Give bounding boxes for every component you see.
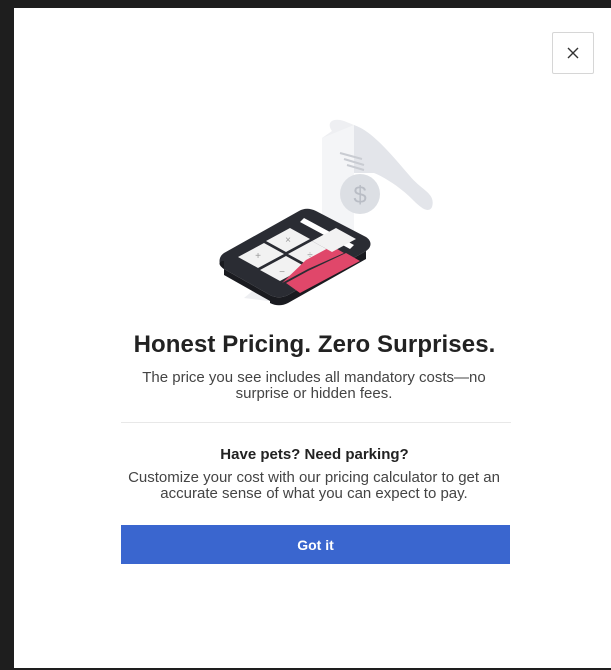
svg-text:÷: ÷ [307,250,313,261]
calculator-receipt-illustration: $ + × − ÷ [219,119,433,306]
svg-text:+: + [255,251,261,262]
pricing-calculator-description: Customize your cost with our pricing cal… [128,469,500,502]
divider [121,422,511,423]
close-button[interactable] [552,32,594,74]
svg-text:−: − [279,267,285,278]
modal-subtitle: The price you see includes all mandatory… [142,369,486,402]
svg-text:×: × [285,235,291,246]
dollar-symbol: $ [353,182,366,209]
got-it-button[interactable]: Got it [121,525,510,564]
pets-parking-heading: Have pets? Need parking? [220,446,409,463]
modal-title: Honest Pricing. Zero Surprises. [133,331,496,358]
pricing-modal: $ + × − ÷ Honest Pricing. Zero Surprises… [10,8,611,668]
close-icon [567,47,579,59]
